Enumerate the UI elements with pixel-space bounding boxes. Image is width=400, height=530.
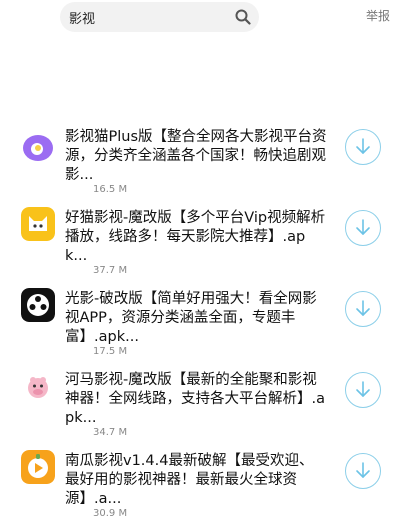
list-item[interactable]: 影视猫Plus版【整合全网各大影视平台资源，分类齐全涵盖各个国家！畅快追剧观影.… <box>0 125 400 206</box>
app-size: 37.7 M <box>93 265 128 276</box>
download-arrow-icon <box>356 381 370 397</box>
search-icon[interactable] <box>235 9 251 25</box>
top-bar: 影视 举报 <box>0 0 400 36</box>
download-arrow-icon <box>356 138 370 154</box>
app-title[interactable]: 河马影视-魔改版【最新的全能聚和影视神器！全网线路，支持各大平台解析】.apk.… <box>65 371 327 428</box>
list-item[interactable]: 好猫影视-魔改版【多个平台Vip视频解析播放，线路多！每天影院大推荐】.apk.… <box>0 206 400 287</box>
orange-play-app-icon <box>21 450 55 484</box>
yellow-cat-app-icon <box>21 207 55 241</box>
report-link[interactable]: 举报 <box>366 7 390 24</box>
download-arrow-icon <box>356 300 370 316</box>
download-button[interactable] <box>345 210 381 246</box>
app-size: 17.5 M <box>93 346 128 357</box>
download-button[interactable] <box>345 291 381 327</box>
download-arrow-icon <box>356 462 370 478</box>
app-title[interactable]: 影视猫Plus版【整合全网各大影视平台资源，分类齐全涵盖各个国家！畅快追剧观影.… <box>65 128 327 185</box>
hippo-app-icon <box>21 371 55 405</box>
download-button[interactable] <box>345 453 381 489</box>
list-item[interactable]: 河马影视-魔改版【最新的全能聚和影视神器！全网线路，支持各大平台解析】.apk.… <box>0 368 400 449</box>
app-size: 34.7 M <box>93 427 128 438</box>
app-size: 16.5 M <box>93 184 128 195</box>
black-reel-app-icon <box>21 288 55 322</box>
app-title[interactable]: 光影-破改版【简单好用强大！看全网影视APP，资源分类涵盖全面，专题丰富】.ap… <box>65 290 327 347</box>
purple-circle-app-icon <box>21 131 55 165</box>
search-input[interactable]: 影视 <box>60 2 259 32</box>
download-button[interactable] <box>345 372 381 408</box>
app-title[interactable]: 南瓜影视v1.4.4最新破解【最受欢迎、最好用的影视神器！最新最火全球资源】.a… <box>65 452 327 509</box>
app-list: 影视猫Plus版【整合全网各大影视平台资源，分类齐全涵盖各个国家！畅快追剧观影.… <box>0 125 400 530</box>
download-button[interactable] <box>345 129 381 165</box>
search-query: 影视 <box>69 12 96 27</box>
download-arrow-icon <box>356 219 370 235</box>
list-item[interactable]: 光影-破改版【简单好用强大！看全网影视APP，资源分类涵盖全面，专题丰富】.ap… <box>0 287 400 368</box>
app-size: 30.9 M <box>93 508 128 519</box>
app-title[interactable]: 好猫影视-魔改版【多个平台Vip视频解析播放，线路多！每天影院大推荐】.apk.… <box>65 209 327 266</box>
